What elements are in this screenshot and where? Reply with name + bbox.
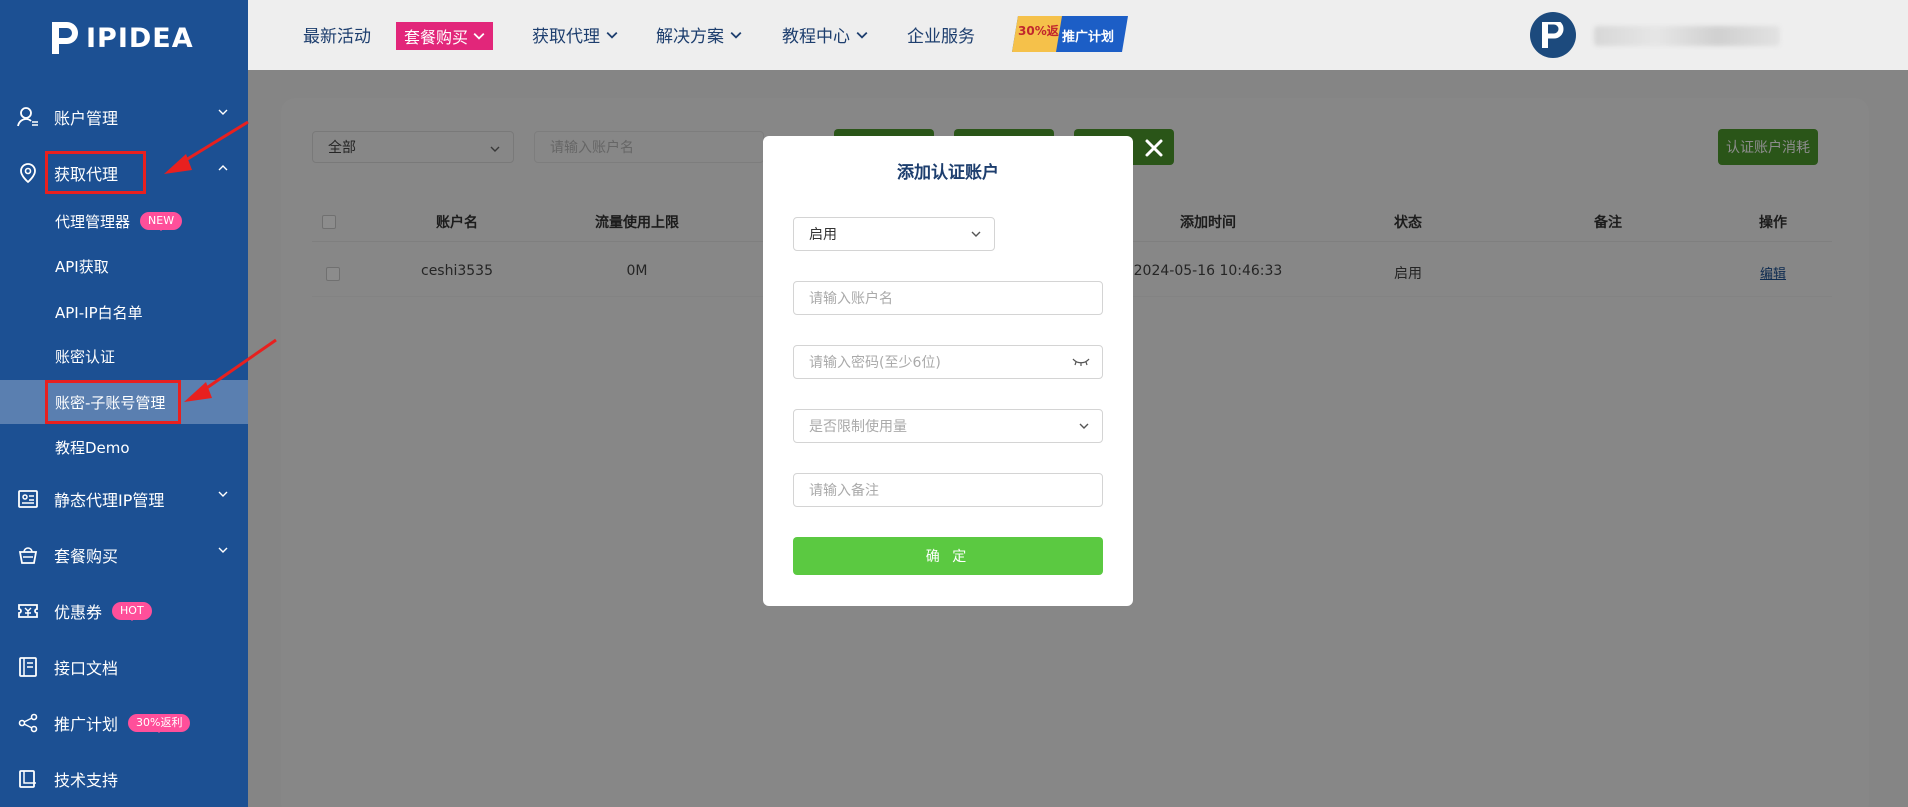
sidebar-item-label: 套餐购买 [54,547,119,566]
status-select-value: 启用 [809,227,837,243]
location-icon [16,161,40,185]
remark-input[interactable]: 请输入备注 [793,473,1103,507]
logo-icon [52,22,78,54]
chevron-down-icon [218,547,228,553]
sidebar-item-label: 接口文档 [54,659,119,678]
highlight-box-get-proxy [45,151,146,194]
sidebar-item-label: API-IP白名单 [55,303,143,322]
password-input[interactable]: 请输入密码(至少6位) [793,345,1103,379]
annotation-arrow-1 [164,120,249,174]
support-icon [16,767,40,791]
chevron-down-icon [218,491,228,497]
sidebar-item-packages[interactable]: 套餐购买 [0,533,248,577]
brand-logo[interactable]: IPIDEA [52,20,194,56]
chevron-down-icon [218,109,228,115]
remark-placeholder: 请输入备注 [809,483,879,499]
brand-name: IPIDEA [86,22,194,54]
password-placeholder: 请输入密码(至少6位) [809,355,941,371]
header-overlay [248,0,1908,70]
promo-badge: 30%返利 [128,714,191,732]
sidebar-item-label: 代理管理器 [55,212,131,231]
share-icon [16,711,40,735]
sidebar-item-coupons[interactable]: 优惠券 HOT [0,589,248,633]
add-auth-account-modal: 添加认证账户 启用 请输入账户名 请输入密码(至少6位) 是否限制使用量 请输入… [763,136,1133,606]
sidebar-item-label: 优惠券 [54,603,103,622]
sidebar-item-label: 教程Demo [55,438,130,457]
id-card-icon [16,487,40,511]
annotation-arrow-2 [184,338,277,402]
sidebar-item-label: 推广计划 [54,715,119,734]
eye-closed-icon[interactable] [1072,357,1090,367]
sidebar-item-label: 账密认证 [55,347,116,366]
account-name-input[interactable]: 请输入账户名 [793,281,1103,315]
account-name-placeholder: 请输入账户名 [809,291,893,307]
hot-badge: HOT [112,602,152,620]
book-icon [16,655,40,679]
sidebar-item-support[interactable]: 技术支持 [0,757,248,801]
modal-title: 添加认证账户 [897,163,999,183]
sidebar-item-affiliate[interactable]: 推广计划 30%返利 [0,701,248,745]
highlight-box-subaccount [45,380,181,424]
usage-limit-select[interactable]: 是否限制使用量 [793,409,1103,443]
sidebar-item-static-ip[interactable]: 静态代理IP管理 [0,477,248,521]
new-badge: NEW [140,212,183,230]
user-icon [16,105,40,129]
sidebar-item-label: 静态代理IP管理 [54,491,165,510]
status-select[interactable]: 启用 [793,217,995,251]
sidebar-item-label: API获取 [55,257,109,276]
sidebar-sub-api-whitelist[interactable]: API-IP白名单 [0,290,248,334]
sidebar-item-label: 账户管理 [54,109,119,128]
sidebar-item-api-docs[interactable]: 接口文档 [0,645,248,689]
basket-icon [16,543,40,567]
sidebar-sub-proxy-manager[interactable]: 代理管理器 NEW [0,199,248,243]
usage-limit-placeholder: 是否限制使用量 [809,419,907,435]
sidebar-sub-demo[interactable]: 教程Demo [0,425,248,469]
coupon-icon [16,599,40,623]
chevron-down-icon [971,231,981,237]
close-icon[interactable] [1139,133,1169,163]
sidebar-item-label: 技术支持 [54,771,119,790]
confirm-button[interactable]: 确 定 [793,537,1103,575]
chevron-down-icon [1079,423,1089,429]
sidebar-sub-api-fetch[interactable]: API获取 [0,244,248,288]
